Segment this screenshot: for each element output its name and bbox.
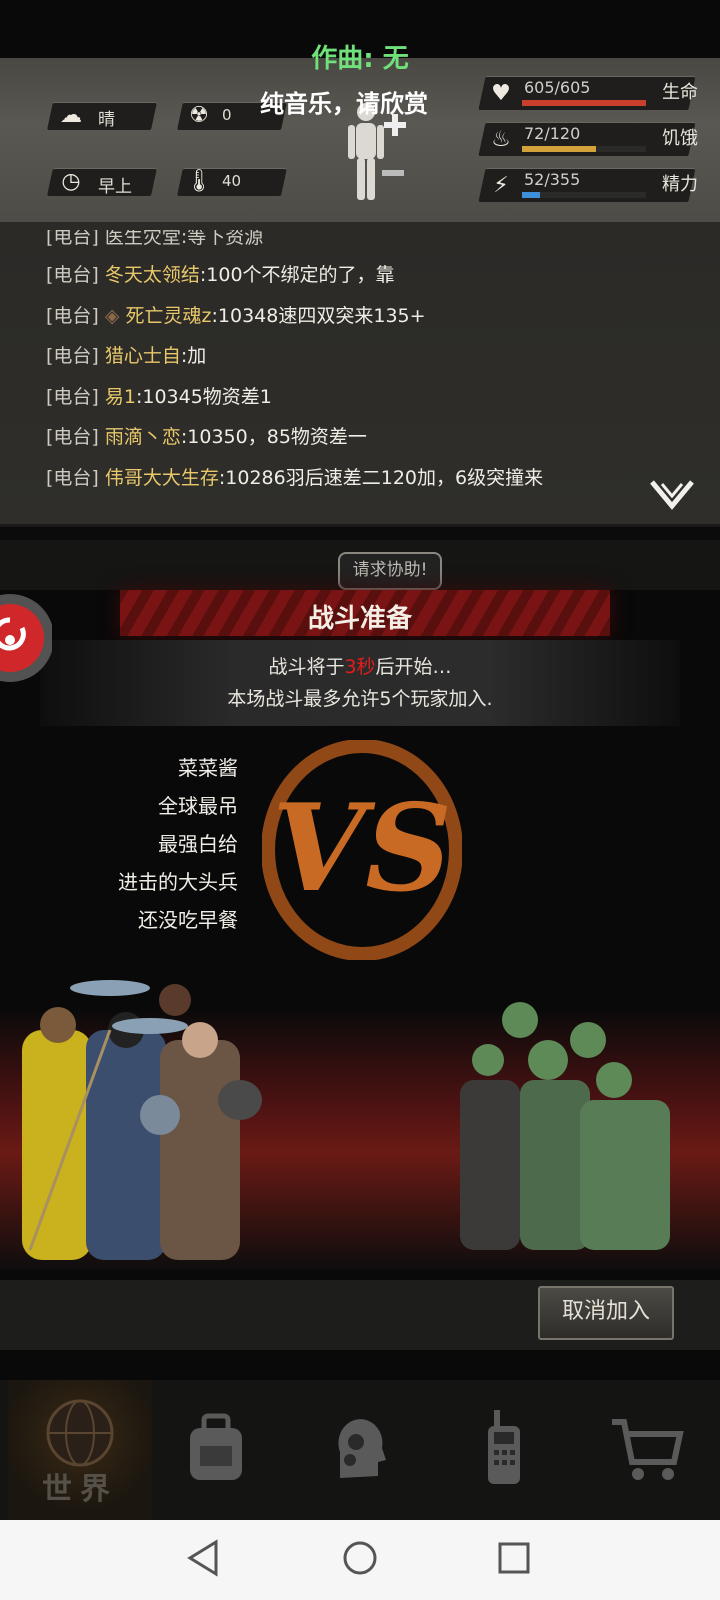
chevron-down-icon[interactable] xyxy=(650,478,694,512)
stat-bar-fill xyxy=(522,146,597,152)
chat-sender[interactable]: 冬天太领结 xyxy=(105,264,200,286)
hud-panel: ☁ 晴 ☢ 0 ◷ 早上 🌡 40 ♥ 605/605 生命 ♨ 72/120 饥饿 ⚡ 52… xyxy=(0,58,720,224)
chat-line[interactable]: [电台] 冬天太领结:100个不绑定的了，靠 xyxy=(46,260,395,287)
stat-bar-track xyxy=(522,100,646,106)
vs-emblem: VS xyxy=(262,740,462,960)
chat-tag: [电台] xyxy=(46,466,99,489)
chat-sender[interactable]: 死亡灵魂z xyxy=(126,305,212,327)
battle-prep-dialog: 战斗准备 战斗将于3秒后开始… 本场战斗最多允许5个玩家加入. VS 取消加入 … xyxy=(0,590,720,1380)
stat-value: 605/605 xyxy=(524,78,591,97)
stat-label: 精力 xyxy=(662,174,698,195)
sender-badge-icon: ◈ xyxy=(104,304,126,327)
chat-line[interactable]: [电台] 雨滴丶恋:10350，85物资差一 xyxy=(46,422,367,449)
energy-head-icon: ⚡ xyxy=(493,172,509,198)
stat-bar-track xyxy=(522,192,646,198)
chat-sender[interactable]: 猎心士自 xyxy=(105,345,181,367)
chat-message: :加 xyxy=(180,345,207,367)
dialog-title: 战斗准备 xyxy=(307,604,412,634)
chat-line[interactable]: [电台] 易1:10345物资差1 xyxy=(46,382,272,409)
clock-icon: ◷ xyxy=(61,168,81,194)
nav-item-globe[interactable]: 世界 xyxy=(8,1380,152,1520)
cancel-join-button[interactable]: 取消加入 xyxy=(538,1286,674,1340)
chat-tag: [电台] xyxy=(46,264,99,286)
time-label: 早上 xyxy=(98,177,132,197)
chat-tag: [电台] xyxy=(46,304,99,327)
heart-pulse-icon: ♥ xyxy=(491,80,511,106)
cart-icon xyxy=(608,1408,688,1492)
chat-line[interactable]: [电台] ◈ 死亡灵魂z:10348速四双突来135+ xyxy=(46,301,426,328)
backpack-icon xyxy=(176,1408,256,1492)
cloud-sun-icon: ☁ xyxy=(60,102,82,128)
bottom-navigation: 世界 xyxy=(0,1380,720,1520)
battle-scene-illustration xyxy=(0,980,720,1270)
head-gear-icon xyxy=(320,1408,400,1492)
recents-square-icon[interactable] xyxy=(494,1538,534,1578)
nav-label: 世界 xyxy=(42,1472,118,1507)
chat-message: :10345物资差1 xyxy=(135,385,272,408)
player-name: 全球最吊 xyxy=(158,794,238,818)
chat-message: :10348速四双突来135+ xyxy=(211,304,426,327)
nav-item-cart[interactable] xyxy=(576,1380,720,1520)
chat-message: :10350，85物资差一 xyxy=(180,426,367,448)
temperature-value: 40 xyxy=(222,172,242,190)
stat-bar-track xyxy=(522,146,646,152)
radiation-value: 0 xyxy=(222,106,232,124)
nav-item-head-gear[interactable] xyxy=(288,1380,432,1520)
player-limit-text: 本场战斗最多允许5个玩家加入. xyxy=(227,688,493,710)
back-triangle-icon[interactable] xyxy=(186,1538,220,1578)
music-note: 纯音乐，请欣赏 xyxy=(260,90,428,118)
radiation-icon: ☢ xyxy=(189,102,209,128)
chat-sender[interactable]: 雨滴丶恋 xyxy=(105,426,181,448)
player-name: 最强白给 xyxy=(158,832,238,856)
chat-tag: [电台] xyxy=(46,426,99,448)
chat-line[interactable]: [电台] 伟哥大大生存:10286羽后速差二120加，6级突撞来 xyxy=(46,463,543,490)
player-name: 还没吃早餐 xyxy=(138,908,238,932)
stat-value: 52/355 xyxy=(524,170,581,189)
request-help-button[interactable]: 请求协助! xyxy=(338,552,442,590)
vs-text: VS xyxy=(272,778,452,919)
chat-message: :100个不绑定的了，靠 xyxy=(199,264,395,286)
stat-label: 生命 xyxy=(662,82,698,103)
countdown-seconds: 3秒 xyxy=(344,656,376,678)
chat-tag: [电台] xyxy=(46,385,99,408)
radio-chat-panel[interactable]: [电台] 医生灾堂:等下资源 [电台] 冬天太领结:100个不绑定的了，靠 [电台… xyxy=(0,222,720,527)
chat-partial-line: [电台] 医生灾堂:等下资源 xyxy=(46,226,264,248)
player-name: 菜菜酱 xyxy=(178,756,238,780)
chat-sender[interactable]: 易1 xyxy=(105,386,136,408)
chat-line[interactable]: [电台] 猎心士自:加 xyxy=(46,341,206,368)
nav-item-backpack[interactable] xyxy=(144,1380,288,1520)
stat-label: 饥饿 xyxy=(662,128,698,149)
walkie-talkie-icon xyxy=(464,1408,544,1492)
home-circle-icon[interactable] xyxy=(340,1538,380,1578)
chat-sender[interactable]: 伟哥大大生存 xyxy=(105,467,219,489)
music-composer: 作曲: 无 xyxy=(311,44,409,74)
system-navigation-bar xyxy=(0,1520,720,1600)
weather-label: 晴 xyxy=(98,110,115,130)
player-name: 进击的大头兵 xyxy=(118,870,238,894)
stat-value: 72/120 xyxy=(524,124,581,143)
music-float-button[interactable] xyxy=(0,590,52,686)
chat-message: :10286羽后速差二120加，6级突撞来 xyxy=(218,466,544,489)
thermometer-icon: 🌡 xyxy=(185,168,213,194)
stomach-icon: ♨ xyxy=(491,126,511,152)
chat-tag: [电台] xyxy=(46,345,99,367)
stat-bar-fill xyxy=(522,100,646,106)
countdown-text: 战斗将于3秒后开始… xyxy=(268,656,452,678)
stat-bar-fill xyxy=(522,192,541,198)
nav-item-walkie-talkie[interactable] xyxy=(432,1380,576,1520)
